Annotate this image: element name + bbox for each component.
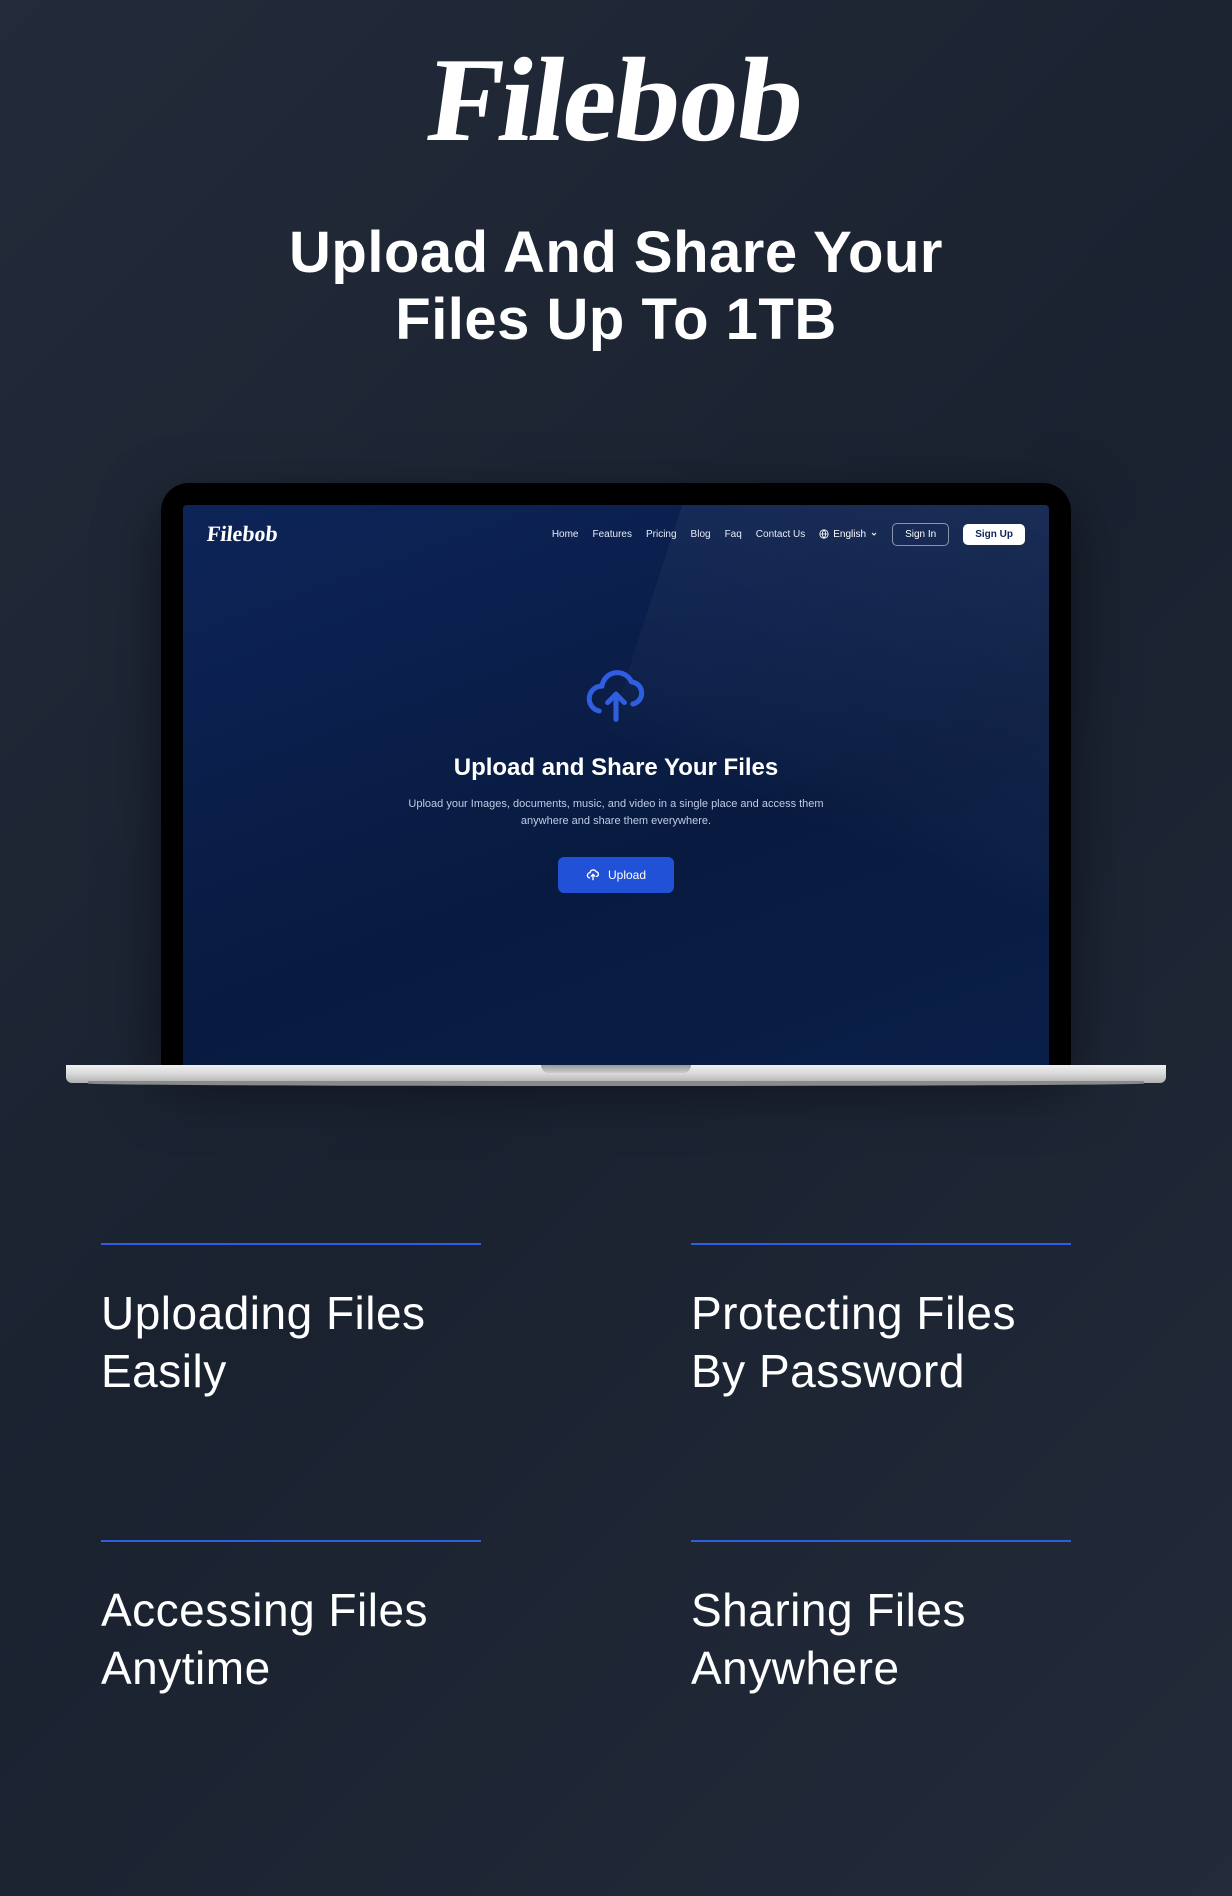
app-brand-logo[interactable]: Filebob <box>206 521 280 547</box>
upload-button[interactable]: Upload <box>558 857 674 893</box>
nav-blog[interactable]: Blog <box>691 529 711 540</box>
feature-line-2: Anywhere <box>691 1642 900 1694</box>
headline-line-2: Files Up To 1TB <box>395 287 836 352</box>
nav-pricing[interactable]: Pricing <box>646 529 677 540</box>
nav-faq[interactable]: Faq <box>725 529 742 540</box>
feature-grid: Uploading Files Easily Protecting Files … <box>101 1243 1131 1697</box>
divider <box>101 1243 481 1245</box>
feature-access: Accessing Files Anytime <box>101 1540 541 1697</box>
divider <box>691 1540 1071 1542</box>
laptop-frame: Filebob Home Features Pricing Blog Faq C… <box>161 483 1071 1065</box>
feature-text: Sharing Files Anywhere <box>691 1582 1131 1697</box>
app-screenshot: Filebob Home Features Pricing Blog Faq C… <box>183 505 1049 1065</box>
feature-text: Protecting Files By Password <box>691 1285 1131 1400</box>
feature-protect: Protecting Files By Password <box>691 1243 1131 1400</box>
cloud-upload-small-icon <box>586 869 600 881</box>
hero-subtitle: Upload your Images, documents, music, an… <box>406 796 826 829</box>
divider <box>101 1540 481 1542</box>
feature-line-1: Accessing Files <box>101 1584 428 1636</box>
divider <box>691 1243 1071 1245</box>
chevron-down-icon <box>870 530 878 538</box>
hero-title: Upload and Share Your Files <box>454 754 779 782</box>
laptop-mockup: Filebob Home Features Pricing Blog Faq C… <box>161 483 1071 1083</box>
nav-contact[interactable]: Contact Us <box>756 529 805 540</box>
globe-icon <box>819 529 829 539</box>
sign-in-button[interactable]: Sign In <box>892 523 949 546</box>
feature-line-1: Sharing Files <box>691 1584 966 1636</box>
app-navbar: Filebob Home Features Pricing Blog Faq C… <box>183 505 1049 557</box>
laptop-base <box>66 1065 1166 1083</box>
feature-text: Uploading Files Easily <box>101 1285 541 1400</box>
feature-line-2: Anytime <box>101 1642 271 1694</box>
feature-line-1: Protecting Files <box>691 1287 1016 1339</box>
feature-share: Sharing Files Anywhere <box>691 1540 1131 1697</box>
main-headline: Upload And Share Your Files Up To 1TB <box>289 220 943 353</box>
feature-upload: Uploading Files Easily <box>101 1243 541 1400</box>
sign-up-button[interactable]: Sign Up <box>963 524 1025 545</box>
feature-text: Accessing Files Anytime <box>101 1582 541 1697</box>
feature-line-1: Uploading Files <box>101 1287 426 1339</box>
feature-line-2: By Password <box>691 1345 965 1397</box>
nav-home[interactable]: Home <box>552 529 579 540</box>
headline-line-1: Upload And Share Your <box>289 220 943 285</box>
app-hero: Upload and Share Your Files Upload your … <box>183 557 1049 1065</box>
product-logo: Filebob <box>421 40 811 160</box>
nav-features[interactable]: Features <box>593 529 632 540</box>
cloud-upload-icon <box>580 669 652 730</box>
upload-button-label: Upload <box>608 868 646 882</box>
language-selector[interactable]: English <box>819 529 878 540</box>
language-label: English <box>833 529 866 540</box>
feature-line-2: Easily <box>101 1345 227 1397</box>
